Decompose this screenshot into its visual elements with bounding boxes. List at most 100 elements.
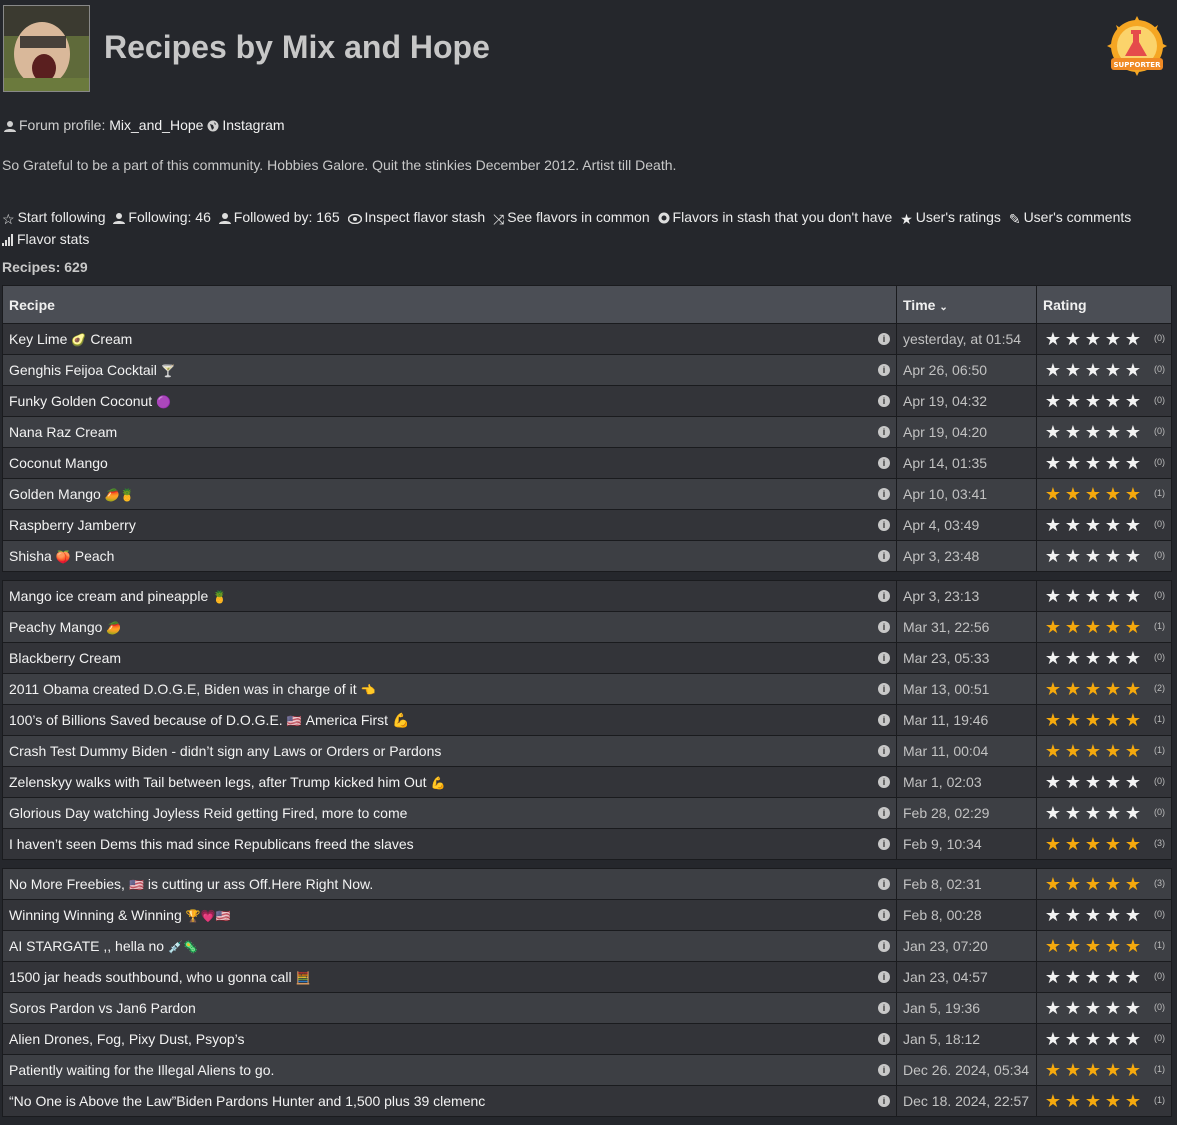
recipe-cell[interactable]: Glorious Day watching Joyless Reid getti… — [2, 797, 897, 829]
rating-stars[interactable]: ★ ★ ★ ★ ★ — [1043, 360, 1143, 380]
star-icon[interactable]: ★ — [1103, 710, 1123, 730]
star-icon[interactable]: ★ — [1083, 484, 1103, 504]
recipe-cell[interactable]: I haven’t seen Dems this mad since Repub… — [2, 828, 897, 860]
star-icon[interactable]: ★ — [1103, 772, 1123, 792]
recipe-name[interactable]: Zelenskyy walks with Tail between legs, … — [9, 774, 427, 790]
star-icon[interactable]: ★ — [1103, 679, 1123, 699]
rating-stars[interactable]: ★ ★ ★ ★ ★ — [1043, 329, 1143, 349]
star-icon[interactable]: ★ — [1083, 905, 1103, 925]
star-icon[interactable]: ★ — [1083, 834, 1103, 854]
recipe-name-suffix[interactable]: America First 💪 — [306, 712, 410, 728]
recipe-name[interactable]: 1500 jar heads southbound, who u gonna c… — [9, 969, 292, 985]
info-icon[interactable]: i — [878, 333, 890, 345]
rating-stars[interactable]: ★ ★ ★ ★ ★ — [1043, 1060, 1143, 1080]
info-icon[interactable]: i — [878, 1002, 890, 1014]
following-link[interactable]: Following: 46 — [113, 209, 211, 225]
star-icon[interactable]: ★ — [1083, 546, 1103, 566]
star-icon[interactable]: ★ — [1043, 391, 1063, 411]
star-icon[interactable]: ★ — [1083, 741, 1103, 761]
star-icon[interactable]: ★ — [1063, 936, 1083, 956]
star-icon[interactable]: ★ — [1043, 998, 1063, 1018]
info-icon[interactable]: i — [878, 1095, 890, 1107]
star-icon[interactable]: ★ — [1083, 1091, 1103, 1111]
star-icon[interactable]: ★ — [1043, 617, 1063, 637]
table-row[interactable]: Crash Test Dummy Biden - didn’t sign any… — [2, 735, 1172, 767]
rating-stars[interactable]: ★ ★ ★ ★ ★ — [1043, 834, 1143, 854]
info-icon[interactable]: i — [878, 621, 890, 633]
recipe-name[interactable]: 100’s of Billions Saved because of D.O.G… — [9, 712, 283, 728]
star-icon[interactable]: ★ — [1123, 803, 1143, 823]
forum-profile-link[interactable]: Mix_and_Hope — [109, 117, 203, 133]
table-row[interactable]: I haven’t seen Dems this mad since Repub… — [2, 828, 1172, 860]
info-icon[interactable]: i — [878, 745, 890, 757]
recipe-column-header[interactable]: Recipe — [2, 285, 897, 324]
rating-stars[interactable]: ★ ★ ★ ★ ★ — [1043, 484, 1143, 504]
info-icon[interactable]: i — [878, 488, 890, 500]
rating-stars[interactable]: ★ ★ ★ ★ ★ — [1043, 967, 1143, 987]
star-icon[interactable]: ★ — [1083, 1029, 1103, 1049]
flavors-common-link[interactable]: ⤨ See flavors in common — [493, 209, 650, 227]
star-icon[interactable]: ★ — [1043, 546, 1063, 566]
star-icon[interactable]: ★ — [1043, 329, 1063, 349]
rating-stars[interactable]: ★ ★ ★ ★ ★ — [1043, 905, 1143, 925]
star-icon[interactable]: ★ — [1103, 1060, 1123, 1080]
star-icon[interactable]: ★ — [1083, 586, 1103, 606]
star-icon[interactable]: ★ — [1123, 515, 1143, 535]
table-row[interactable]: 100’s of Billions Saved because of D.O.G… — [2, 704, 1172, 736]
info-icon[interactable]: i — [878, 395, 890, 407]
star-icon[interactable]: ★ — [1043, 679, 1063, 699]
recipe-name[interactable]: Glorious Day watching Joyless Reid getti… — [9, 805, 407, 821]
star-icon[interactable]: ★ — [1043, 710, 1063, 730]
star-icon[interactable]: ★ — [1043, 1060, 1063, 1080]
star-icon[interactable]: ★ — [1063, 741, 1083, 761]
recipe-name[interactable]: Soros Pardon vs Jan6 Pardon — [9, 1000, 196, 1016]
rating-stars[interactable]: ★ ★ ★ ★ ★ — [1043, 515, 1143, 535]
info-icon[interactable]: i — [878, 364, 890, 376]
star-icon[interactable]: ★ — [1043, 586, 1063, 606]
info-icon[interactable]: i — [878, 776, 890, 788]
star-icon[interactable]: ★ — [1123, 834, 1143, 854]
table-row[interactable]: 1500 jar heads southbound, who u gonna c… — [2, 961, 1172, 993]
star-icon[interactable]: ★ — [1083, 967, 1103, 987]
star-icon[interactable]: ★ — [1043, 905, 1063, 925]
table-row[interactable]: Golden Mango 🥭🍍 i Apr 10, 03:41 ★ ★ ★ ★ ★ (1) — [2, 478, 1172, 510]
rating-stars[interactable]: ★ ★ ★ ★ ★ — [1043, 772, 1143, 792]
star-icon[interactable]: ★ — [1083, 391, 1103, 411]
recipe-name[interactable]: 2011 Obama created D.O.G.E, Biden was in… — [9, 681, 357, 697]
star-icon[interactable]: ★ — [1123, 1091, 1143, 1111]
star-icon[interactable]: ★ — [1103, 1029, 1123, 1049]
recipe-name[interactable]: No More Freebies, — [9, 876, 125, 892]
star-icon[interactable]: ★ — [1123, 360, 1143, 380]
info-icon[interactable]: i — [878, 590, 890, 602]
star-icon[interactable]: ★ — [1063, 967, 1083, 987]
star-icon[interactable]: ★ — [1063, 679, 1083, 699]
star-icon[interactable]: ★ — [1043, 803, 1063, 823]
recipe-cell[interactable]: “No One is Above the Law”Biden Pardons H… — [2, 1085, 897, 1117]
star-icon[interactable]: ★ — [1063, 515, 1083, 535]
star-icon[interactable]: ★ — [1063, 1029, 1083, 1049]
start-following-link[interactable]: ☆ Start following — [2, 209, 106, 227]
recipe-name[interactable]: Raspberry Jamberry — [9, 517, 136, 533]
recipe-cell[interactable]: Key Lime 🥑 Cream i — [2, 323, 897, 355]
followed-by-link[interactable]: Followed by: 165 — [218, 209, 340, 225]
star-icon[interactable]: ★ — [1103, 586, 1123, 606]
recipe-cell[interactable]: Blackberry Cream i — [2, 642, 897, 674]
table-row[interactable]: Mango ice cream and pineapple 🍍 i Apr 3, 23… — [2, 580, 1172, 612]
star-icon[interactable]: ★ — [1083, 936, 1103, 956]
star-icon[interactable]: ★ — [1123, 484, 1143, 504]
rating-stars[interactable]: ★ ★ ★ ★ ★ — [1043, 741, 1143, 761]
recipe-cell[interactable]: Zelenskyy walks with Tail between legs, … — [2, 766, 897, 798]
recipe-cell[interactable]: Genghis Feijoa Cocktail 🍸 i — [2, 354, 897, 386]
star-icon[interactable]: ★ — [1063, 710, 1083, 730]
star-icon[interactable]: ★ — [1123, 453, 1143, 473]
star-icon[interactable]: ★ — [1103, 905, 1123, 925]
recipe-cell[interactable]: Mango ice cream and pineapple 🍍 i — [2, 580, 897, 612]
recipe-name[interactable]: Key Lime — [9, 331, 67, 347]
recipe-name[interactable]: Genghis Feijoa Cocktail — [9, 362, 157, 378]
inspect-stash-link[interactable]: Inspect flavor stash — [347, 209, 485, 225]
star-icon[interactable]: ★ — [1123, 710, 1143, 730]
star-icon[interactable]: ★ — [1043, 936, 1063, 956]
star-icon[interactable]: ★ — [1123, 586, 1143, 606]
rating-column-header[interactable]: Rating — [1036, 285, 1172, 324]
star-icon[interactable]: ★ — [1103, 741, 1123, 761]
